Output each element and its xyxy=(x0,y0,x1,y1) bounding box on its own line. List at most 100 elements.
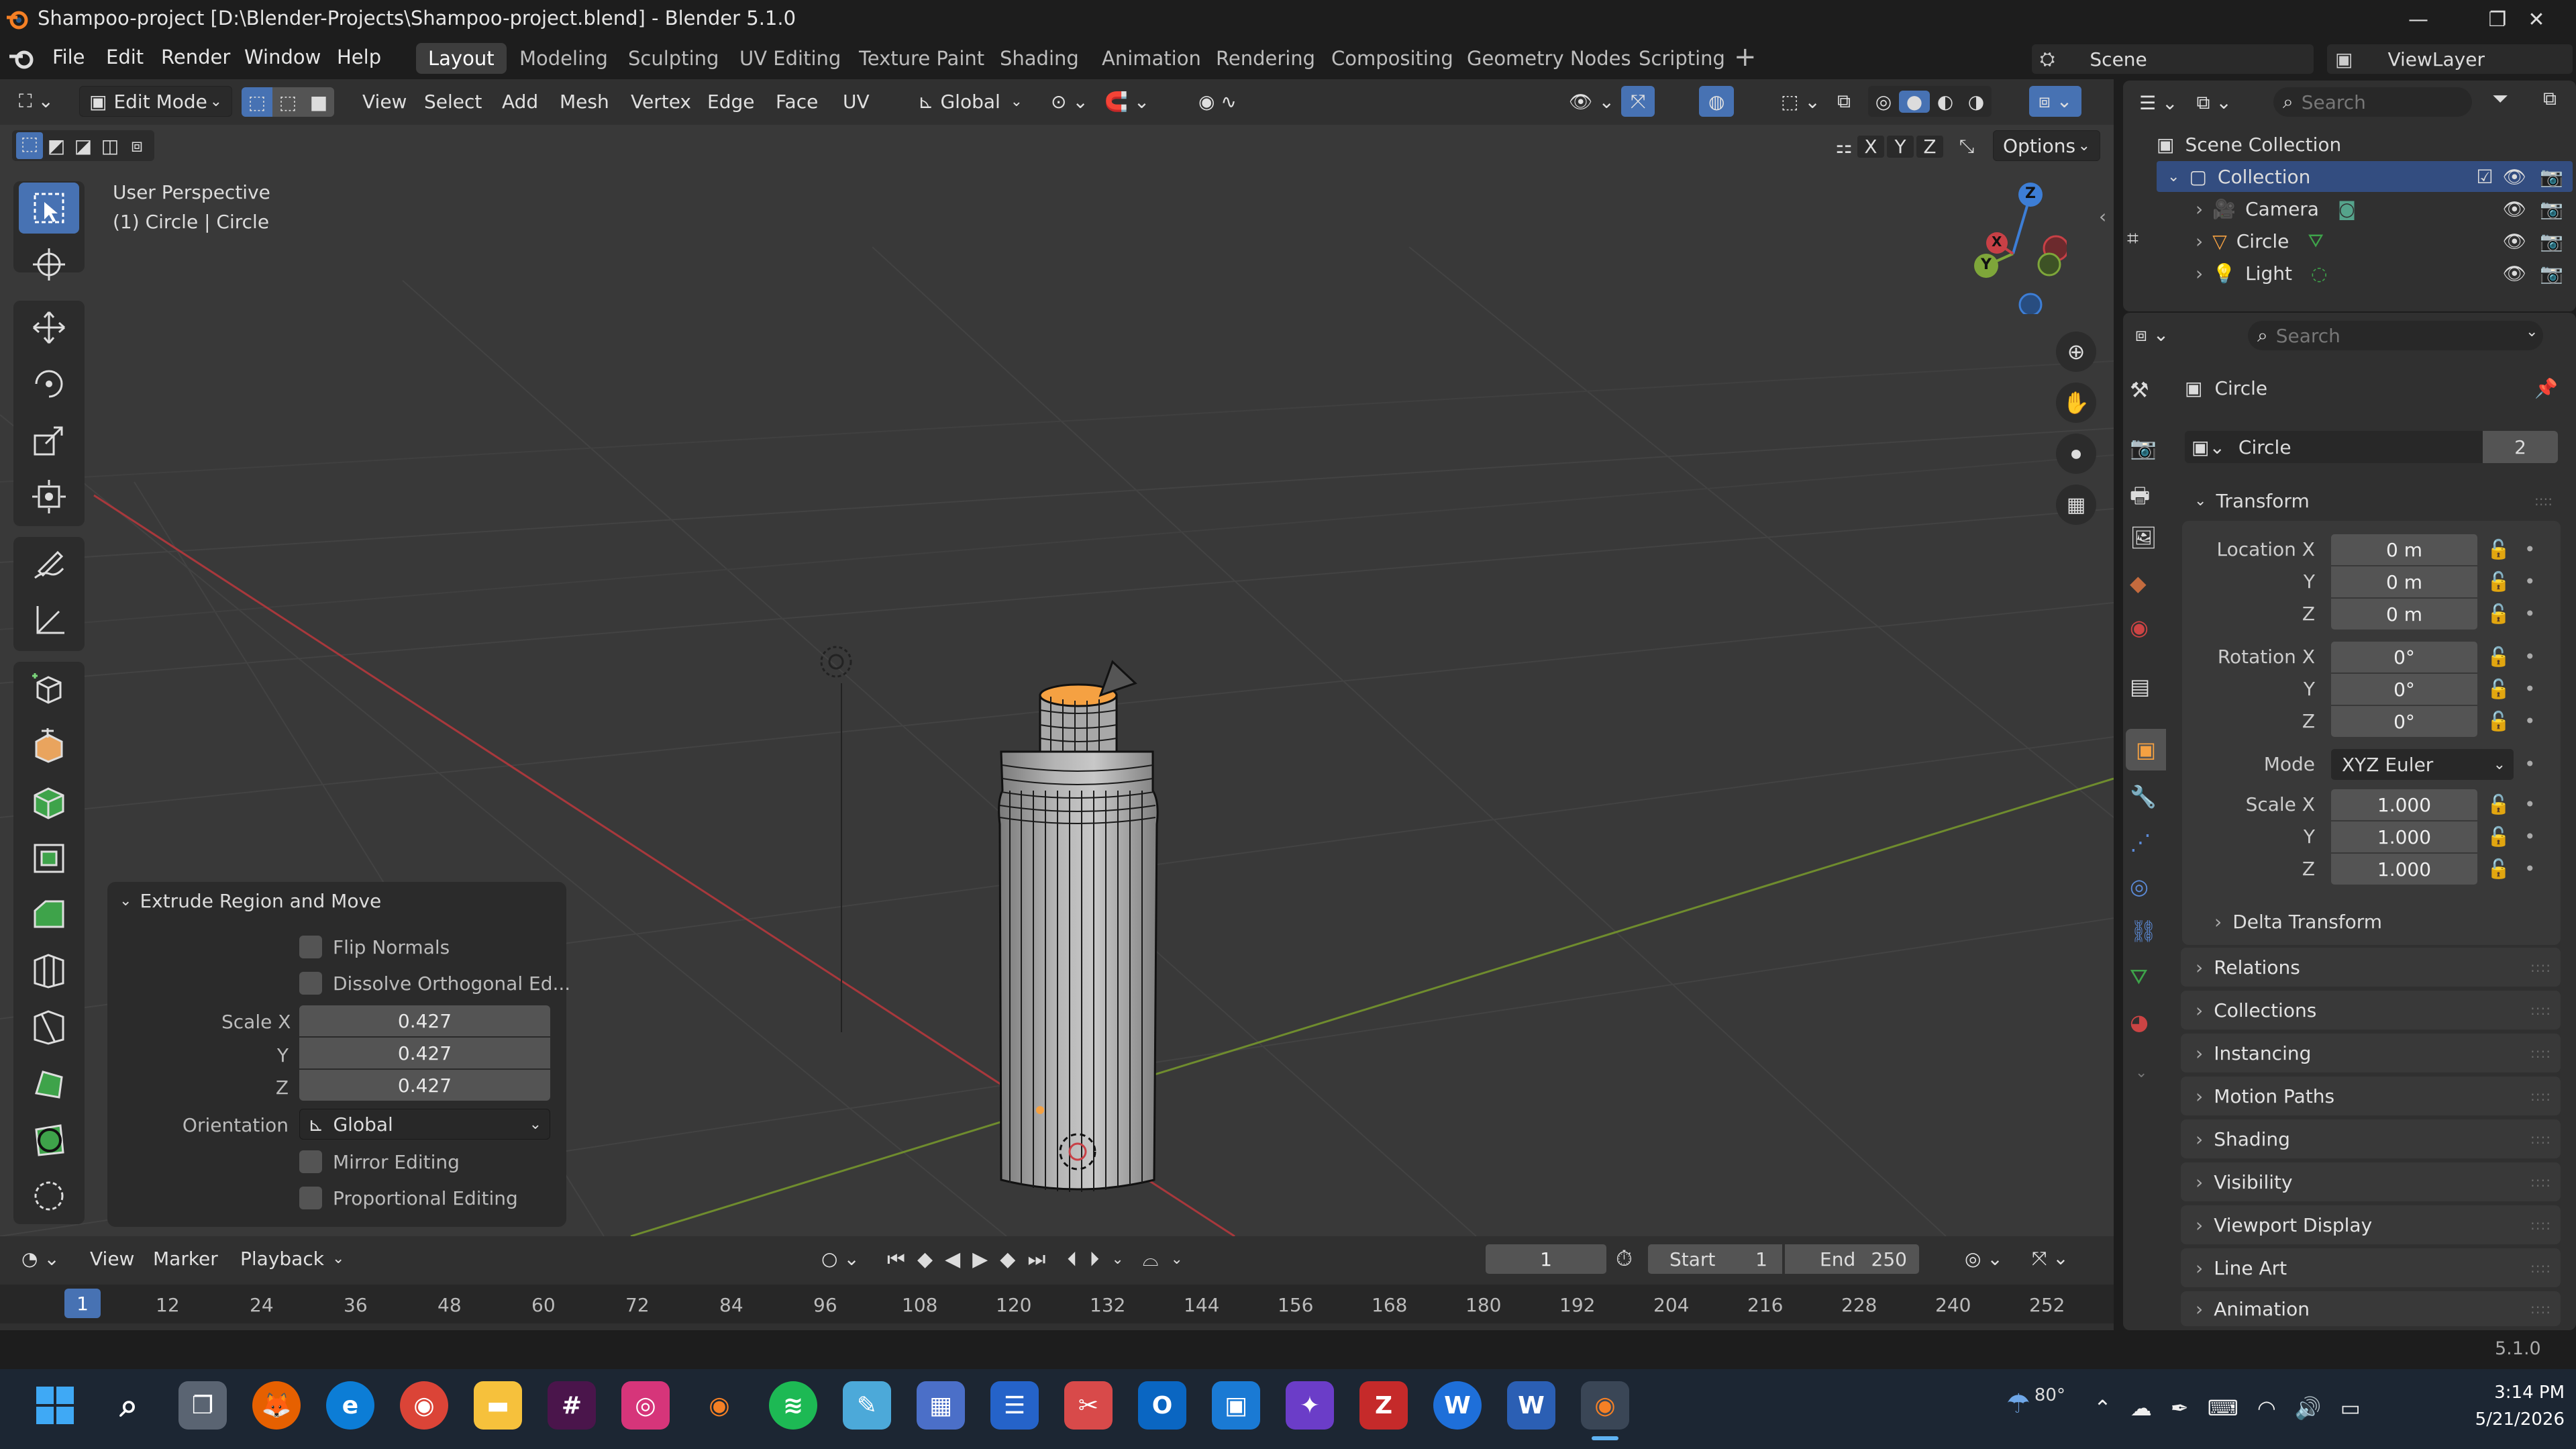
keying-set-icon[interactable]: ⌓ xyxy=(1143,1248,1159,1271)
smooth-tool[interactable] xyxy=(19,1170,79,1221)
minimize-button[interactable]: — xyxy=(2379,0,2458,39)
sidebar-toggle-icon[interactable]: ‹ xyxy=(2099,205,2106,228)
menu-select[interactable]: Select xyxy=(415,86,491,117)
menu-file[interactable]: File xyxy=(52,46,85,68)
collection-tab-icon[interactable]: ▤ xyxy=(2130,674,2150,699)
object-tab-icon[interactable]: ▣ xyxy=(2126,729,2166,770)
rendered-shading-icon[interactable]: ◑ xyxy=(1961,91,1992,113)
tab-layout[interactable]: Layout xyxy=(416,43,507,74)
tab-texture-paint[interactable]: Texture Paint xyxy=(847,43,996,74)
pan-hand-icon[interactable]: ✋ xyxy=(2056,383,2096,423)
particles-tab-icon[interactable]: ⋰ xyxy=(2130,830,2151,855)
select-subtract-icon[interactable]: ◪ xyxy=(70,135,97,157)
keyframe-dot-icon[interactable]: • xyxy=(2524,858,2536,880)
snapping-icon[interactable]: 🧲 ⌄ xyxy=(1095,86,1159,117)
pivot-point-icon[interactable]: ⊙ ⌄ xyxy=(1041,86,1098,117)
lock-icon[interactable]: 🔓 xyxy=(2487,570,2510,593)
edge-select-icon[interactable]: ⬚ xyxy=(272,87,303,117)
keyframe-dot-icon[interactable]: • xyxy=(2524,538,2536,560)
axis-z-toggle[interactable]: Z xyxy=(1916,135,1943,158)
drag-grip-icon[interactable]: :::: xyxy=(2530,1260,2551,1276)
search-icon[interactable]: ⌕ xyxy=(105,1381,153,1430)
outliner-editor-type-icon[interactable]: ☰ ⌄ xyxy=(2130,87,2187,118)
jump-start-icon[interactable]: ⏮ xyxy=(887,1248,905,1271)
inset-tool[interactable] xyxy=(19,832,79,883)
timeline-menu-view[interactable]: View xyxy=(81,1243,144,1274)
next-keyframe-icon[interactable]: ◆ xyxy=(1000,1248,1015,1271)
scale-tool[interactable] xyxy=(19,415,79,466)
auto-merge-icon[interactable]: ⤡ xyxy=(1950,135,1983,158)
keyboard-icon[interactable]: ⌨ xyxy=(2208,1395,2238,1421)
battery-icon[interactable]: ▭ xyxy=(2340,1395,2361,1421)
lock-icon[interactable]: 🔓 xyxy=(2487,858,2510,880)
scale-z-field[interactable]: 1.000 xyxy=(2331,854,2477,885)
constraints-tab-icon[interactable]: ⛓ xyxy=(2130,918,2157,944)
menu-render[interactable]: Render xyxy=(161,46,230,68)
section-relations[interactable]: › Relations:::: xyxy=(2181,948,2561,987)
add-workspace-icon[interactable]: + xyxy=(1734,42,1757,72)
blender-menu-icon[interactable] xyxy=(8,47,35,70)
drag-grip-icon[interactable]: :::: xyxy=(2530,1217,2551,1233)
scale-y-field[interactable]: 1.000 xyxy=(2331,821,2477,852)
play-icon[interactable]: ▶ xyxy=(972,1248,988,1271)
navigation-gizmo[interactable]: Z Y X xyxy=(1959,180,2069,317)
pin-icon[interactable]: 📌 xyxy=(2534,377,2558,399)
menu-vertex[interactable]: Vertex xyxy=(621,86,701,117)
render-camera-icon[interactable]: 📷 xyxy=(2540,230,2563,252)
transform-section-header[interactable]: ⌄ Transform :::: xyxy=(2185,482,2561,519)
render-tab-icon[interactable]: 📷 xyxy=(2130,435,2157,460)
properties-search-field[interactable]: ⌕ Search xyxy=(2248,321,2543,350)
clock-date[interactable]: 5/21/2026 xyxy=(2444,1409,2565,1430)
keyframe-dot-icon[interactable]: • xyxy=(2524,646,2536,668)
filezilla-icon[interactable]: Z xyxy=(1359,1381,1408,1430)
chevron-down-icon[interactable]: ⌄ xyxy=(2526,323,2538,340)
camera-view-icon[interactable]: ⏺ xyxy=(2056,434,2096,474)
firefox-icon[interactable]: 🦊 xyxy=(252,1381,301,1430)
mesh-edit-overlays-icon[interactable]: ⬚ ⌄ xyxy=(1771,86,1830,117)
rotation-y-field[interactable]: 0° xyxy=(2331,674,2477,705)
frame-start-field[interactable]: Start 1 xyxy=(1648,1244,1782,1274)
tab-geometry-nodes[interactable]: Geometry Nodes xyxy=(1455,43,1643,74)
object-datablock-field[interactable]: ▣⌄ Circle 2 xyxy=(2185,431,2558,463)
tab-shading[interactable]: Shading xyxy=(988,43,1091,74)
preview-range-clock-icon[interactable]: ⏱ xyxy=(1616,1246,1633,1272)
light-object[interactable] xyxy=(820,646,852,1032)
location-z-field[interactable]: 0 m xyxy=(2331,599,2477,630)
timeline-view-icon[interactable]: ◎ ⌄ xyxy=(1955,1243,2012,1274)
keyframe-dot-icon[interactable]: • xyxy=(2524,710,2536,732)
section-collections[interactable]: › Collections:::: xyxy=(2181,991,2561,1030)
material-shading-icon[interactable]: ◐ xyxy=(1930,91,1961,113)
section-shading[interactable]: › Shading:::: xyxy=(2181,1119,2561,1158)
drag-grip-icon[interactable]: :::: xyxy=(2530,1301,2551,1317)
rotation-z-field[interactable]: 0° xyxy=(2331,706,2477,737)
drag-grip-icon[interactable]: :::: xyxy=(2530,959,2551,975)
tab-uv-editing[interactable]: UV Editing xyxy=(727,43,853,74)
keyframe-dot-icon[interactable]: • xyxy=(2524,570,2536,593)
blender-taskbar-icon[interactable]: ◉ xyxy=(695,1381,743,1430)
dissolve-orthogonal-checkbox[interactable]: Dissolve Orthogonal Ed... xyxy=(299,972,570,995)
menu-uv[interactable]: UV xyxy=(833,86,879,117)
proportional-editing-icon[interactable]: ◉ ∿ xyxy=(1189,86,1246,117)
scale-x-field[interactable]: 1.000 xyxy=(2331,789,2477,820)
exclude-checkbox-icon[interactable]: ☑ xyxy=(2476,166,2493,188)
scene-selector[interactable]: ⛭ Scene xyxy=(2032,44,2314,74)
orientation-dropdown[interactable]: ⊾ Global ⌄ xyxy=(299,1109,550,1140)
new-collection-icon[interactable]: ⧉ xyxy=(2543,87,2557,110)
material-tab-icon[interactable]: ◕ xyxy=(2130,1009,2149,1035)
visibility-eye-icon[interactable]: 👁 xyxy=(2503,230,2527,252)
section-line-art[interactable]: › Line Art:::: xyxy=(2181,1248,2561,1287)
keyframe-dot-icon[interactable]: • xyxy=(2524,826,2536,848)
visibility-eye-icon[interactable]: 👁 xyxy=(2503,166,2527,188)
frame-ruler[interactable] xyxy=(0,1285,2114,1323)
notepad-icon[interactable]: ☰ xyxy=(990,1381,1039,1430)
menu-add[interactable]: Add xyxy=(493,86,548,117)
select-new-icon[interactable]: ⬚ xyxy=(16,132,43,159)
scene-collection-row[interactable]: ▣ Scene Collection xyxy=(2157,129,2341,160)
users-count[interactable]: 2 xyxy=(2483,431,2558,463)
play-reverse-icon[interactable]: ◀ xyxy=(945,1248,960,1271)
snipping-tool-icon[interactable]: ✂ xyxy=(1064,1381,1113,1430)
viewlayer-selector[interactable]: ▣ ViewLayer xyxy=(2327,44,2573,74)
location-x-field[interactable]: 0 m xyxy=(2331,534,2477,565)
display-mode-icon[interactable]: ⧉ ⌄ xyxy=(2187,87,2240,118)
lock-icon[interactable]: 🔓 xyxy=(2487,538,2510,560)
